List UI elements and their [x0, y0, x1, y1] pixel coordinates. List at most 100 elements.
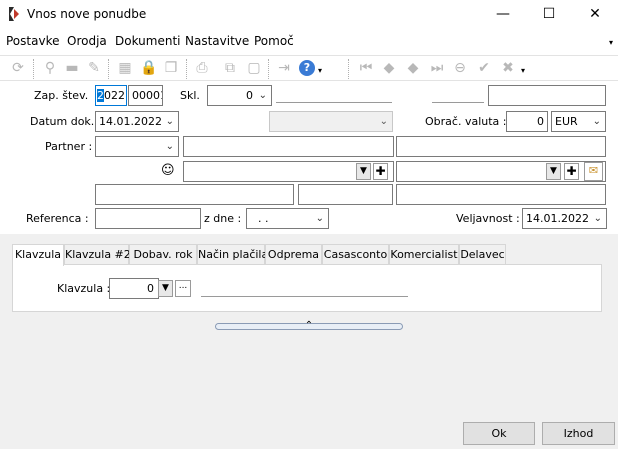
menu-overflow-icon[interactable]: ▾ [609, 38, 613, 47]
tab-nacin-placila[interactable]: Način plačila [197, 244, 268, 265]
chevron-down-icon: ⌄ [592, 116, 601, 127]
contact-dropdown-icon[interactable]: ▼ [356, 163, 371, 180]
tab-dobav-rok[interactable]: Dobav. rok [129, 244, 197, 265]
zap-stev-extra-line [432, 102, 484, 103]
prev-record-icon[interactable]: ◆ [381, 60, 397, 76]
veljavnost-select[interactable]: 14.01.2022 ⌄ [522, 208, 607, 229]
toolbar: ⟳ ⚲ ▬ ✎ ▦ 🔒 ❐ ⎙ ⧉ ▢ ⇥ ? ▾ ⏮ ◆ ◆ ⏭ ⊖ ✔ ✖ … [0, 55, 618, 81]
first-record-icon[interactable]: ⏮ [358, 60, 374, 76]
menu-pomoc[interactable]: Pomoč [254, 34, 294, 48]
chevron-down-icon: ⌄ [315, 213, 324, 224]
z-dne-value: . . [258, 212, 269, 225]
datum-dok-select[interactable]: 14.01.2022 ⌄ [95, 111, 179, 132]
z-dne-label: z dne : [204, 212, 242, 225]
print-icon[interactable]: ⎙ [194, 60, 210, 76]
referenca-field[interactable] [95, 208, 201, 229]
contact-add-icon[interactable]: ✚ [373, 163, 388, 180]
menu-dokumenti[interactable]: Dokumenti [115, 34, 180, 48]
partner-name-2-field[interactable] [396, 136, 606, 157]
zap-stev-year-selection: 2 [97, 89, 104, 102]
calculator-icon[interactable]: ▦ [117, 60, 133, 76]
zap-stev-year-field[interactable]: 2022 [95, 85, 127, 106]
tab-odprema[interactable]: Odprema [265, 244, 322, 265]
header-right-field[interactable] [488, 85, 606, 106]
menu-nastavitve[interactable]: Nastavitve [185, 34, 249, 48]
postal-field[interactable] [298, 184, 393, 205]
chevron-down-icon: ⌄ [165, 141, 174, 152]
collapse-splitter[interactable]: ⌃ [215, 320, 403, 331]
disabled-select: ⌄ [269, 111, 393, 132]
z-dne-select[interactable]: . . ⌄ [246, 208, 329, 229]
next-record-icon[interactable]: ◆ [405, 60, 421, 76]
obrac-valuta-label: Obrač. valuta : [425, 115, 507, 128]
folder-icon[interactable]: ▬ [64, 60, 80, 76]
paste-icon[interactable]: ▢ [246, 60, 262, 76]
klavzula-panel: Klavzula : 0 ▼ ... [12, 264, 602, 312]
partner-select[interactable]: ⌄ [95, 136, 179, 157]
lock-icon[interactable]: 🔒 [140, 60, 157, 76]
chevron-up-icon: ⌃ [304, 320, 314, 331]
chevron-down-icon: ⌄ [165, 116, 174, 127]
cancel-icon[interactable]: ✖ [500, 60, 516, 76]
currency-value: EUR [555, 115, 578, 128]
tab-casasconto[interactable]: Casasconto [322, 244, 389, 265]
klavzula-dropdown-icon[interactable]: ▼ [158, 280, 173, 297]
chevron-down-icon: ⌄ [379, 116, 388, 127]
partner-label: Partner : [45, 140, 93, 153]
app-logo-icon [9, 7, 19, 21]
address-dropdown-icon[interactable]: ▼ [546, 163, 561, 180]
zap-stev-label: Zap. štev. [34, 89, 89, 102]
refresh-icon[interactable]: ⟳ [10, 60, 26, 76]
minimize-button[interactable]: — [480, 0, 526, 30]
datum-dok-label: Datum dok.: [30, 115, 98, 128]
remove-record-icon[interactable]: ⊖ [452, 60, 468, 76]
ok-button[interactable]: Ok [463, 422, 535, 445]
zap-stev-year-rest: 022 [104, 89, 125, 102]
edit-icon[interactable]: ✎ [86, 60, 102, 76]
currency-select[interactable]: EUR ⌄ [551, 111, 606, 132]
veljavnost-value: 14.01.2022 [526, 212, 589, 225]
klavzula-browse-button[interactable]: ... [175, 280, 191, 297]
document-header-form: Zap. štev. 2022 00001 Skl. 0⌄ Datum dok.… [0, 82, 618, 234]
window-title: Vnos nove ponudbe [27, 7, 147, 21]
referenca-label: Referenca : [26, 212, 89, 225]
address-add-icon[interactable]: ✚ [564, 163, 579, 180]
copy-icon[interactable]: ⧉ [222, 60, 238, 76]
datum-dok-value: 14.01.2022 [99, 115, 162, 128]
skl-value: 0 [246, 89, 253, 102]
tab-delavec[interactable]: Delavec [459, 244, 506, 265]
maximize-button[interactable]: ☐ [526, 0, 572, 30]
klavzula-description-line [201, 296, 408, 297]
skl-description-line [276, 102, 392, 103]
izhod-button[interactable]: Izhod [542, 422, 615, 445]
menu-postavke[interactable]: Postavke [6, 34, 59, 48]
tab-klavzula-2[interactable]: Klavzula #2 [64, 244, 131, 265]
tab-klavzula[interactable]: Klavzula [12, 244, 64, 266]
documents-icon[interactable]: ❐ [163, 60, 179, 76]
address-line-field[interactable] [95, 184, 294, 205]
zap-stev-number-field[interactable]: 00001 [128, 85, 163, 106]
menu-bar: Postavke Orodja Dokumenti Nastavitve Pom… [0, 33, 618, 51]
help-dropdown-icon[interactable]: ▾ [318, 66, 322, 75]
contact-person-icon[interactable]: ☺ [161, 163, 175, 178]
last-record-icon[interactable]: ⏭ [429, 60, 445, 76]
menu-orodja[interactable]: Orodja [67, 34, 107, 48]
chevron-down-icon: ⌄ [258, 90, 267, 101]
email-icon[interactable]: ✉ [584, 162, 603, 181]
pin-icon[interactable]: ⚲ [42, 60, 58, 76]
chevron-down-icon: ⌄ [593, 213, 602, 224]
partner-name-field[interactable] [183, 136, 394, 157]
help-icon[interactable]: ? [299, 60, 315, 76]
close-button[interactable]: ✕ [572, 0, 618, 30]
toolbar-overflow-icon[interactable]: ▾ [521, 66, 525, 75]
klavzula-field[interactable]: 0 [109, 278, 159, 299]
city-field[interactable] [396, 184, 606, 205]
exit-door-icon[interactable]: ⇥ [276, 60, 292, 76]
klavzula-label: Klavzula : [57, 282, 111, 295]
exchange-rate-field[interactable]: 0 [506, 111, 548, 132]
skl-select[interactable]: 0 ⌄ [207, 85, 272, 106]
tab-komercialist[interactable]: Komercialist [389, 244, 459, 265]
confirm-icon[interactable]: ✔ [476, 60, 492, 76]
veljavnost-label: Veljavnost : [456, 212, 520, 225]
title-bar: Vnos nove ponudbe — ☐ ✕ [0, 0, 618, 30]
